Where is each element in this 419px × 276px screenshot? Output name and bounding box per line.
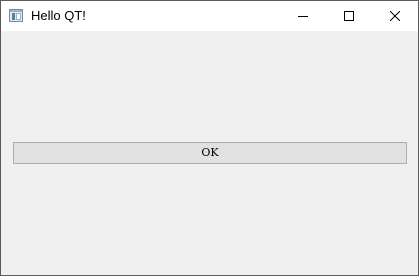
ok-button[interactable]: OK (13, 142, 407, 164)
title-bar[interactable]: Hello QT! (1, 1, 418, 31)
maximize-icon (344, 11, 354, 21)
app-window-icon[interactable] (9, 9, 23, 22)
minimize-icon (298, 16, 308, 17)
window-title: Hello QT! (31, 8, 86, 23)
client-area: OK (1, 31, 418, 275)
close-button[interactable] (372, 1, 418, 31)
maximize-button[interactable] (326, 1, 372, 31)
close-icon (390, 11, 400, 21)
minimize-button[interactable] (280, 1, 326, 31)
app-window: Hello QT! OK (0, 0, 419, 276)
